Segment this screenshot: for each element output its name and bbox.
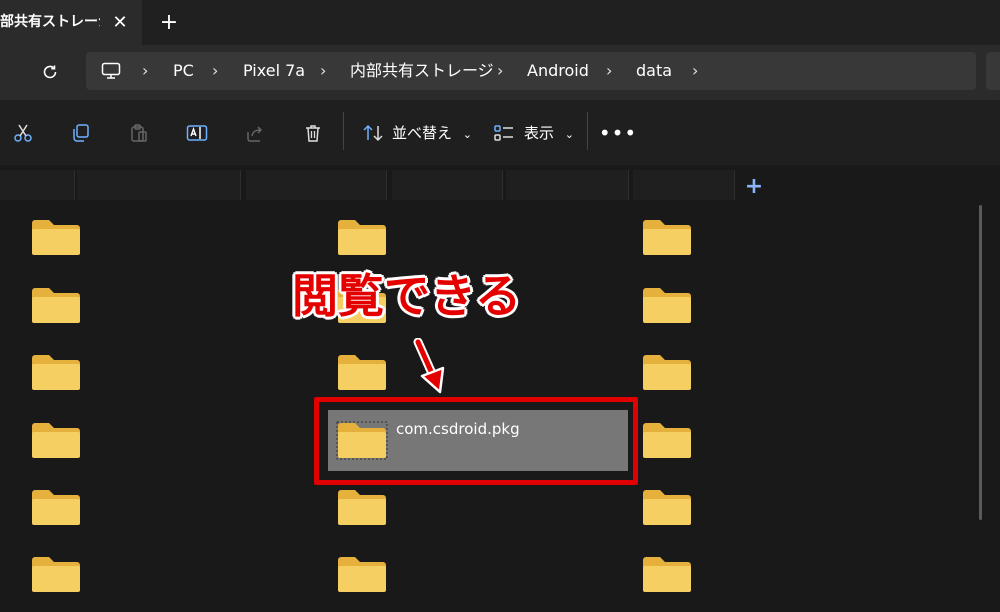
refresh-icon[interactable] bbox=[36, 58, 64, 86]
view-button[interactable]: 表示 ⌄ bbox=[524, 120, 574, 146]
more-icon[interactable]: ••• bbox=[599, 120, 636, 146]
tab-bar bbox=[0, 0, 1000, 45]
folder-icon[interactable] bbox=[336, 554, 388, 594]
folder-icon[interactable] bbox=[30, 487, 82, 527]
column-header[interactable] bbox=[392, 170, 503, 200]
folder-icon[interactable] bbox=[641, 420, 693, 460]
chevron-right-icon: › bbox=[212, 61, 219, 80]
column-header[interactable] bbox=[506, 170, 629, 200]
sort-label: 並べ替え bbox=[392, 124, 453, 142]
column-header[interactable] bbox=[77, 170, 241, 200]
folder-icon[interactable] bbox=[30, 554, 82, 594]
folder-icon[interactable] bbox=[641, 487, 693, 527]
scrollbar[interactable] bbox=[979, 205, 982, 520]
folder-icon[interactable] bbox=[641, 352, 693, 392]
chevron-down-icon: ⌄ bbox=[564, 128, 575, 141]
add-icon[interactable]: + bbox=[742, 174, 766, 199]
copy-icon[interactable] bbox=[68, 120, 94, 146]
search-box[interactable] bbox=[986, 52, 1000, 90]
tab-title: 部共有ストレージ bbox=[0, 14, 100, 30]
folder-icon[interactable] bbox=[336, 352, 388, 392]
arrow-icon bbox=[410, 337, 450, 396]
rename-icon[interactable] bbox=[184, 120, 210, 146]
paste-icon[interactable] bbox=[126, 120, 152, 146]
breadcrumb-pc[interactable]: PC bbox=[173, 60, 194, 82]
folder-icon[interactable] bbox=[30, 420, 82, 460]
annotation-text: 閲覧できる bbox=[292, 269, 522, 323]
cut-icon[interactable] bbox=[10, 120, 36, 146]
divider bbox=[343, 112, 344, 150]
breadcrumb-android[interactable]: Android bbox=[527, 60, 589, 82]
folder-icon[interactable] bbox=[30, 352, 82, 392]
new-tab-button[interactable]: + bbox=[155, 8, 183, 36]
breadcrumb-storage[interactable]: 内部共有ストレージ bbox=[350, 60, 494, 82]
chevron-right-icon: › bbox=[692, 61, 699, 80]
tab-active[interactable]: 部共有ストレージ ✕ bbox=[0, 0, 142, 45]
chevron-right-icon: › bbox=[142, 61, 149, 80]
divider bbox=[587, 112, 588, 150]
folder-icon[interactable] bbox=[30, 285, 82, 325]
close-icon[interactable]: ✕ bbox=[108, 8, 132, 36]
chevron-right-icon: › bbox=[320, 61, 327, 80]
highlight-box bbox=[314, 397, 638, 485]
chevron-right-icon: › bbox=[497, 61, 504, 80]
breadcrumb-data[interactable]: data bbox=[636, 60, 672, 82]
folder-icon[interactable] bbox=[641, 217, 693, 257]
column-header[interactable] bbox=[0, 170, 75, 200]
folder-icon[interactable] bbox=[336, 217, 388, 257]
sort-button[interactable]: 並べ替え ⌄ bbox=[392, 120, 472, 146]
sort-icon[interactable] bbox=[360, 120, 386, 146]
delete-icon[interactable] bbox=[300, 120, 326, 146]
chevron-right-icon: › bbox=[606, 61, 613, 80]
breadcrumb-pixel[interactable]: Pixel 7a bbox=[243, 60, 305, 82]
folder-icon[interactable] bbox=[336, 487, 388, 527]
column-header[interactable] bbox=[246, 170, 387, 200]
column-header[interactable] bbox=[633, 170, 735, 200]
pc-icon[interactable] bbox=[100, 60, 122, 82]
folder-icon[interactable] bbox=[641, 285, 693, 325]
view-label: 表示 bbox=[524, 124, 555, 142]
view-icon[interactable] bbox=[491, 120, 517, 146]
share-icon[interactable] bbox=[242, 120, 268, 146]
folder-icon[interactable] bbox=[641, 554, 693, 594]
chevron-down-icon: ⌄ bbox=[462, 128, 473, 141]
folder-icon[interactable] bbox=[30, 217, 82, 257]
